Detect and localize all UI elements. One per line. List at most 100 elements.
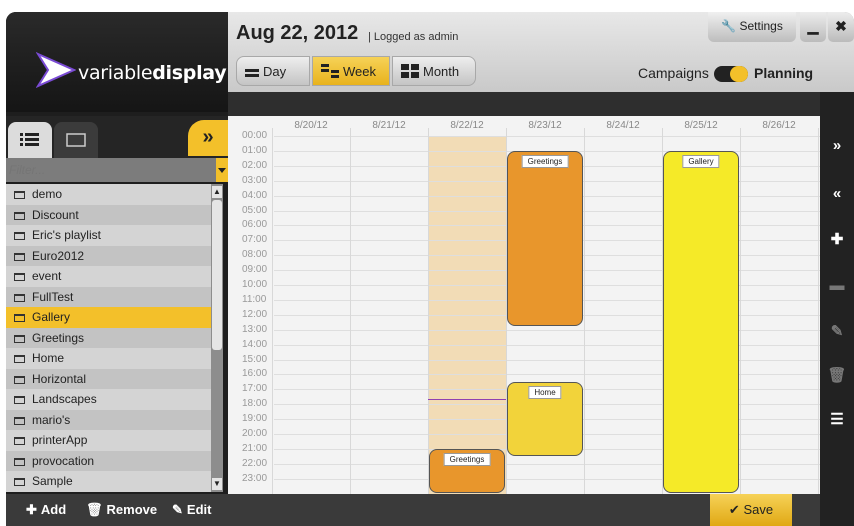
event-label: Greetings xyxy=(521,154,569,168)
list-item[interactable]: Horizontal xyxy=(6,368,211,389)
month-view-button[interactable]: Month xyxy=(392,56,476,86)
sidebar-view-tabs: » xyxy=(6,116,228,158)
list-item[interactable]: Sample xyxy=(6,471,211,492)
list-item[interactable]: mario's xyxy=(6,409,211,430)
week-label: Week xyxy=(343,64,376,79)
previous-week-button[interactable]: « xyxy=(820,172,854,216)
calendar-event[interactable]: Home xyxy=(507,381,583,457)
forward-icon: » xyxy=(832,137,842,154)
day-header: 8/24/12 xyxy=(606,120,640,131)
campaigns-label: Campaigns xyxy=(638,65,709,81)
hour-gridline xyxy=(274,136,820,137)
folder-icon xyxy=(14,437,25,445)
list-item[interactable]: Home xyxy=(6,348,211,369)
folder-icon xyxy=(14,375,25,384)
list-item[interactable]: printerApp xyxy=(6,430,211,451)
screen-view-tab[interactable] xyxy=(54,122,98,158)
top-header: Aug 22, 2012 | Logged as admin 🔧 Setting… xyxy=(228,12,854,92)
calendar-event[interactable]: Greetings xyxy=(429,448,505,494)
calendar-event[interactable]: Greetings xyxy=(507,150,583,326)
scroll-up-icon[interactable]: ▲ xyxy=(212,186,222,198)
edit-button[interactable]: ✎ Edit xyxy=(172,494,211,526)
folder-icon xyxy=(14,478,25,486)
month-label: Month xyxy=(423,64,460,79)
zoom-out-button[interactable]: ▬ xyxy=(820,264,854,308)
settings-button[interactable]: 🔧 Settings xyxy=(708,12,796,42)
minimize-icon: ▁ xyxy=(807,18,819,34)
list-item[interactable]: Euro2012 xyxy=(6,245,211,266)
clear-list-button[interactable]: ☰ xyxy=(820,398,854,442)
list-item[interactable]: FullTest xyxy=(6,286,211,307)
list-item-label: Eric's playlist xyxy=(32,228,101,242)
list-item-label: Greetings xyxy=(32,330,85,345)
zoom-in-button[interactable]: ✚ xyxy=(820,218,854,262)
close-button[interactable]: ✖ xyxy=(828,12,854,42)
campaign-list-scrollbar[interactable]: ▲ ▼ xyxy=(211,184,223,492)
list-item[interactable]: Eric's playlist xyxy=(6,225,211,246)
calendar-top-band xyxy=(228,92,820,116)
campaigns-planning-toggle[interactable] xyxy=(714,66,748,82)
edit-label: Edit xyxy=(186,502,212,517)
day-gridline xyxy=(350,128,351,494)
list-item-label: event xyxy=(32,269,62,283)
folder-icon xyxy=(14,355,25,363)
expand-sidebar-button[interactable]: » xyxy=(188,120,228,156)
save-label: Save xyxy=(743,502,774,517)
scroll-thumb[interactable] xyxy=(212,200,222,350)
week-calendar[interactable]: 00:00 01:00 02:00 03:00 04:00 05:00 06:00 07:00… xyxy=(228,116,820,494)
folder-icon xyxy=(14,457,25,466)
list-item[interactable]: Gallery xyxy=(6,307,211,328)
list-item-label: Horizontal xyxy=(32,371,87,386)
list-icon xyxy=(20,133,39,146)
folder-icon xyxy=(14,232,25,240)
sidebar-actions: ✚ Add 🗑 Remove ✎ Edit xyxy=(6,494,228,526)
list-item-label: Landscapes xyxy=(32,392,97,406)
logo-icon xyxy=(36,52,76,88)
campaign-list: demo Discount Eric's playlist Euro2012 event… xyxy=(6,184,211,492)
delete-event-button[interactable]: 🗑 xyxy=(820,354,854,398)
filter-field xyxy=(6,158,228,182)
list-item[interactable]: provocation xyxy=(6,450,211,471)
folder-icon xyxy=(14,314,25,322)
list-item[interactable]: event xyxy=(6,266,211,287)
brand-name: variabledisplay xyxy=(78,62,227,84)
list-view-tab[interactable] xyxy=(8,122,52,158)
event-label: Home xyxy=(528,385,562,399)
plus-icon: ✚ xyxy=(26,502,37,517)
folder-icon xyxy=(14,211,25,220)
list-item-label: Home xyxy=(32,351,65,365)
save-button[interactable]: ✔ Save xyxy=(710,494,792,526)
day-header: 8/22/12 xyxy=(450,120,484,131)
day-gridline xyxy=(584,128,585,494)
folder-icon xyxy=(14,191,25,199)
next-week-button[interactable]: » xyxy=(820,124,854,168)
remove-button[interactable]: 🗑 Remove xyxy=(86,494,157,526)
sidebar: variabledisplay » demoDiscountEric's pla xyxy=(6,12,228,526)
day-gridline xyxy=(428,128,429,494)
minimize-button[interactable]: ▁ xyxy=(800,12,826,42)
add-button[interactable]: ✚ Add xyxy=(26,494,66,526)
scroll-down-icon[interactable]: ▼ xyxy=(212,478,222,490)
back-icon: « xyxy=(832,185,842,202)
day-view-button[interactable]: Day xyxy=(236,56,310,86)
filter-dropdown-icon[interactable] xyxy=(216,158,228,182)
folder-icon xyxy=(14,334,25,343)
list-item-label: demo xyxy=(32,187,63,201)
list-item[interactable]: demo xyxy=(6,184,211,205)
day-header: 8/23/12 xyxy=(528,120,562,131)
week-view-button[interactable]: Week xyxy=(312,56,390,86)
filter-input[interactable] xyxy=(6,158,216,182)
screen-icon xyxy=(66,133,86,147)
calendar-event[interactable]: Gallery xyxy=(663,150,739,494)
edit-event-button[interactable]: ✎ xyxy=(820,310,854,354)
wrench-icon: 🔧 xyxy=(721,19,737,33)
minus-icon: ▬ xyxy=(829,277,845,294)
week-icon xyxy=(321,64,339,78)
list-item[interactable]: Landscapes xyxy=(6,389,211,410)
event-label: Gallery xyxy=(682,154,720,168)
list-item[interactable]: Discount xyxy=(6,204,211,225)
close-icon: ✖ xyxy=(835,18,847,34)
list-item[interactable]: Greetings xyxy=(6,327,211,348)
remove-label: Remove xyxy=(106,502,158,517)
list-delete-icon: ☰ xyxy=(830,411,844,428)
